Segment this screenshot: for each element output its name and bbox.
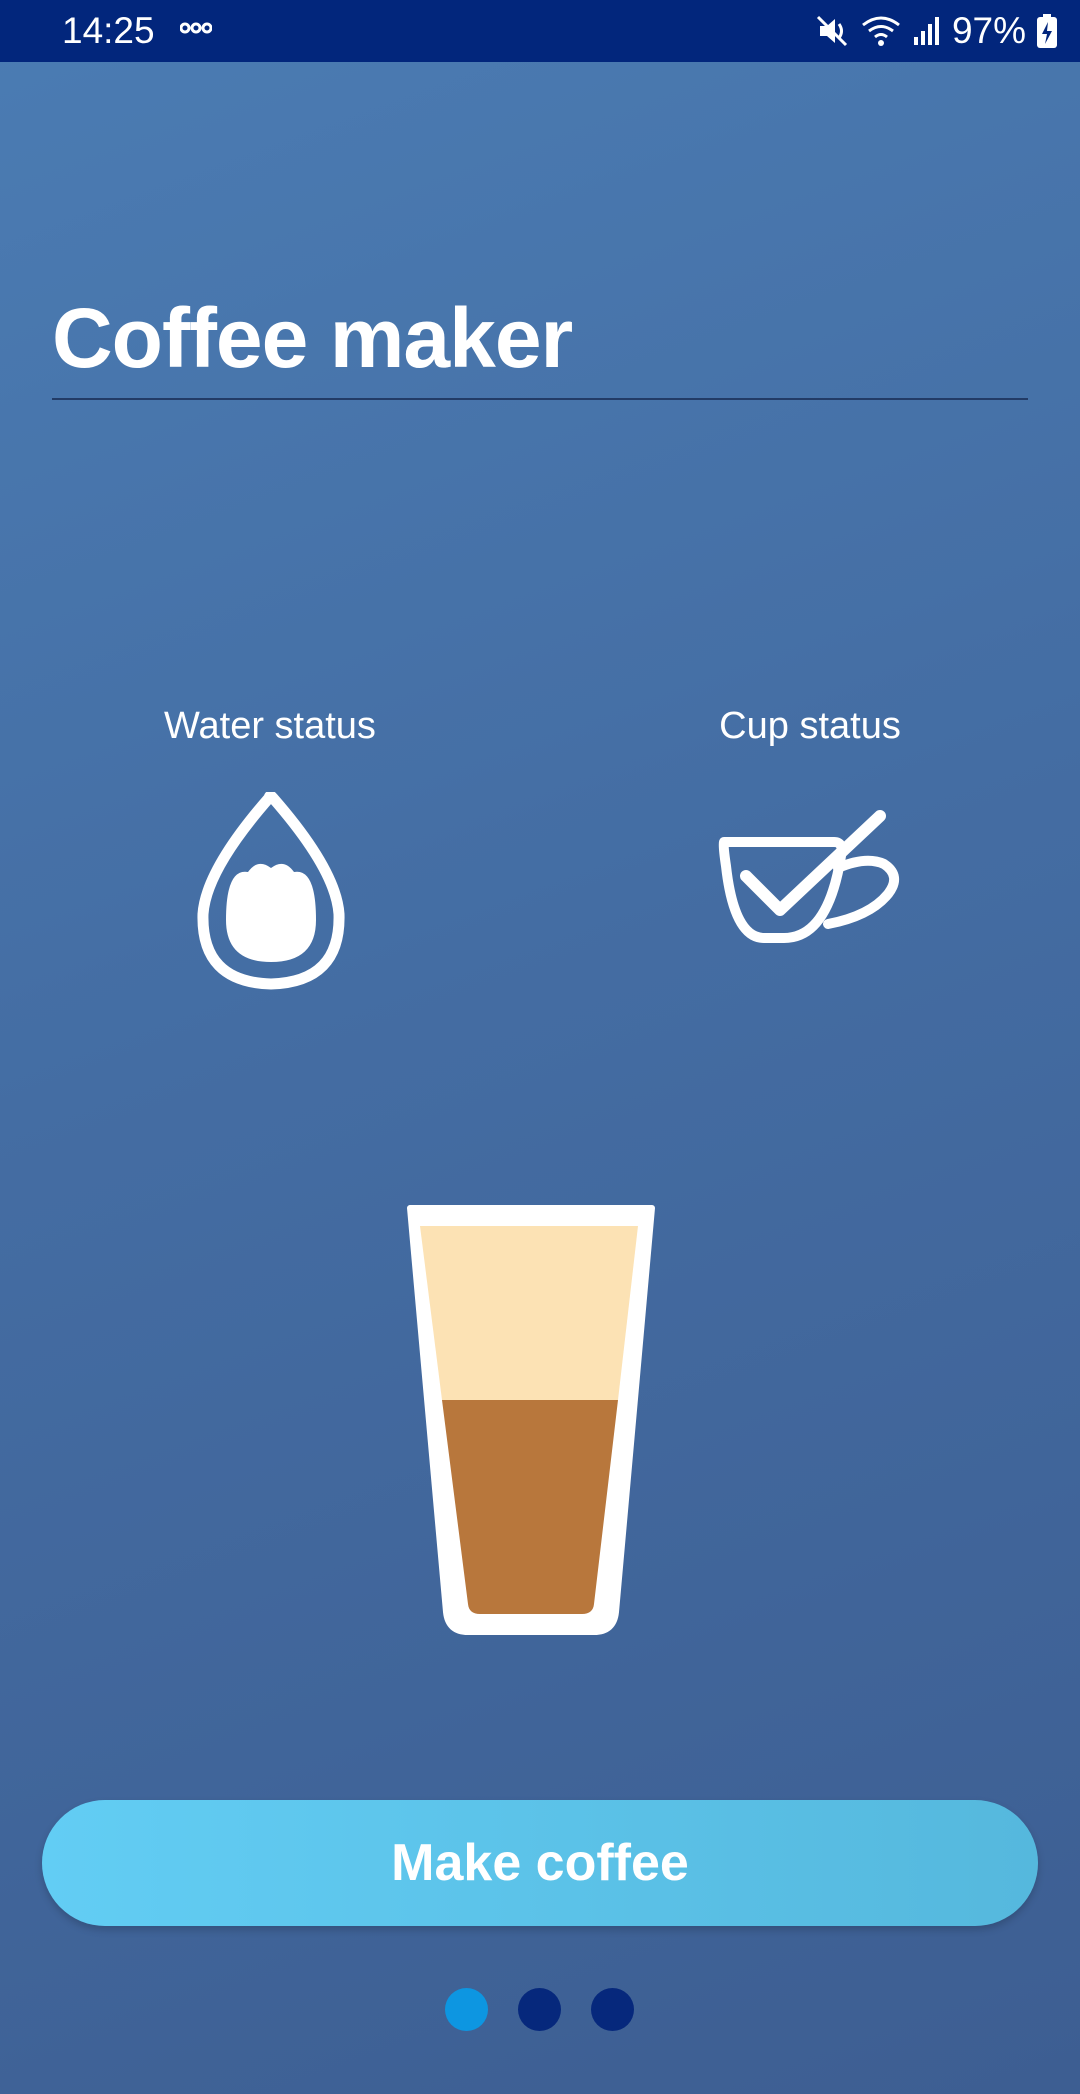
water-drop-icon[interactable]: [196, 792, 346, 992]
mute-icon: [816, 15, 847, 47]
link-icon: [180, 22, 212, 34]
page-dot-3[interactable]: [591, 1988, 634, 2031]
page-title: Coffee maker: [52, 291, 573, 385]
battery-charging-icon: [1037, 14, 1057, 48]
page-indicator: [445, 1988, 634, 2031]
cup-check-icon[interactable]: [716, 806, 906, 946]
signal-icon: [913, 17, 939, 45]
status-time: 14:25: [62, 10, 155, 51]
status-icons: 97%: [814, 10, 1058, 52]
page-dot-1[interactable]: [445, 1988, 488, 2031]
wifi-icon: [862, 16, 900, 46]
make-coffee-button[interactable]: Make coffee: [42, 1800, 1038, 1926]
glass-coffee: [442, 1400, 618, 1614]
water-status-label: Water status: [164, 705, 376, 747]
battery-percent: 97%: [951, 10, 1026, 51]
coffee-glass-icon: [407, 1205, 655, 1635]
page-dot-2[interactable]: [518, 1988, 561, 2031]
title-divider: [52, 398, 1028, 400]
glass-foam: [420, 1226, 638, 1400]
cup-status-label: Cup status: [719, 705, 901, 747]
status-bar: 14:25 97%: [0, 0, 1080, 62]
